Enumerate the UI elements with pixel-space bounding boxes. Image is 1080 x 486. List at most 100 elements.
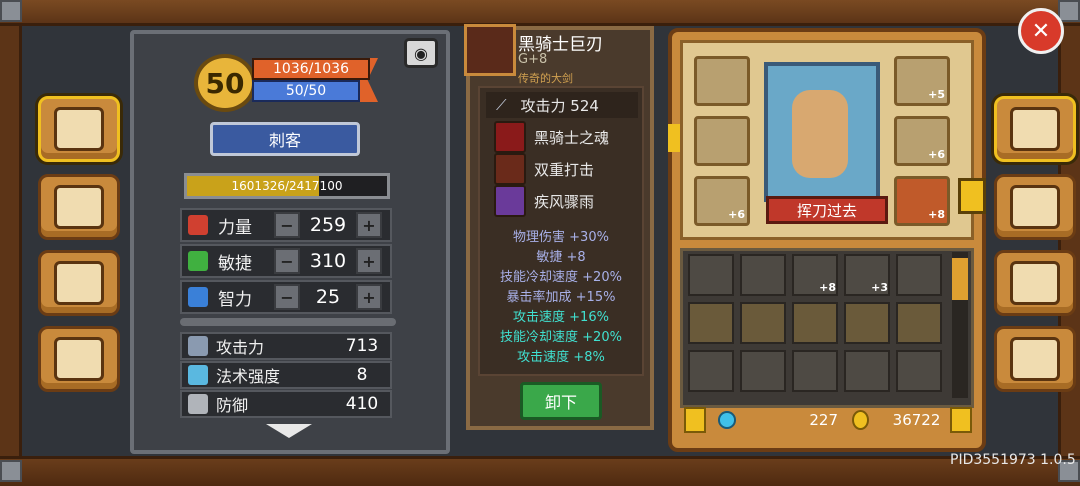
slash-icon: [494, 153, 526, 185]
inventory-slot[interactable]: +8: [792, 254, 838, 296]
scrollbar-thumb[interactable]: [952, 258, 968, 300]
increase-intelligence-button[interactable]: +: [356, 284, 382, 310]
fist-icon: [188, 215, 208, 235]
slot-upgrade-level: +5: [928, 88, 945, 101]
tab-forge[interactable]: [994, 174, 1076, 240]
gem-icon: [717, 411, 736, 429]
level-badge: 50: [194, 54, 256, 112]
currency-bar: 227 36722: [684, 406, 972, 434]
slot-upgrade-level: +3: [871, 281, 888, 294]
tab-codex[interactable]: [38, 96, 120, 162]
stat-value: 8: [356, 365, 368, 385]
collapse-left-arrow[interactable]: [668, 124, 680, 152]
build-id: PID3551973 1.0.5: [950, 452, 1076, 468]
inventory-slot[interactable]: [688, 350, 734, 392]
equip-slot-helmet[interactable]: +5: [894, 56, 950, 106]
camera-icon: ◉: [414, 43, 428, 63]
slot-upgrade-level: +6: [728, 208, 745, 221]
attribute-label: 智力: [218, 289, 252, 310]
decrease-agility-button[interactable]: −: [274, 248, 300, 274]
inventory-slot[interactable]: [844, 302, 890, 344]
class-label: 刺客: [210, 122, 360, 156]
weapon-bonus: 暴击率加成 +15%: [506, 290, 616, 305]
inventory-slot[interactable]: [740, 350, 786, 392]
corner: [0, 460, 22, 482]
tab-pets[interactable]: [38, 250, 120, 316]
slot-upgrade-level: +6: [928, 148, 945, 161]
slot-upgrade-level: +8: [928, 208, 945, 221]
weapon-type: 传奇的大剑: [518, 72, 573, 85]
corner: [1058, 0, 1080, 22]
inventory-slot[interactable]: [688, 254, 734, 296]
attribute-label: 敏捷: [218, 253, 252, 274]
attribute-value: 259: [309, 214, 347, 236]
stat-label: 攻击力: [216, 338, 265, 357]
gem-count: 227: [809, 411, 838, 429]
equip-slot-armor[interactable]: +6: [894, 116, 950, 166]
decrease-intelligence-button[interactable]: −: [274, 284, 300, 310]
inventory-slot[interactable]: [844, 350, 890, 392]
weapon-skill: 双重打击: [494, 153, 644, 185]
weapon-skill: 疾风骤雨: [494, 185, 644, 217]
close-icon: ✕: [1031, 18, 1051, 44]
equip-slot-accessory[interactable]: +6: [694, 176, 750, 226]
weapon-bonus: 技能冷却速度 +20%: [500, 270, 622, 285]
equip-slot-weapon[interactable]: +8: [894, 176, 950, 226]
camera-button[interactable]: ◉: [404, 38, 438, 68]
weapon-skill-label: 黑骑士之魂: [534, 128, 610, 147]
tab-mounts[interactable]: [38, 326, 120, 392]
tab-settings[interactable]: [994, 326, 1076, 392]
tab-character[interactable]: [994, 96, 1076, 162]
expand-right-arrow[interactable]: [958, 178, 986, 214]
gear-icon: [1010, 337, 1060, 381]
divider: [180, 318, 396, 326]
helmet-icon: [1010, 107, 1060, 151]
stat-row-spell-power: 法术强度 8: [180, 361, 392, 389]
unequip-button[interactable]: 卸下: [520, 382, 602, 420]
top-frame: [0, 0, 1080, 26]
stat-value: 410: [345, 394, 379, 414]
attribute-value: 25: [315, 286, 341, 308]
weapon-bonus: 物理伤害 +30%: [513, 230, 609, 245]
inventory-slot[interactable]: [792, 302, 838, 344]
equip-slot-necklace[interactable]: [694, 56, 750, 106]
sword-icon: [188, 336, 208, 356]
inventory-slot[interactable]: [740, 254, 786, 296]
dark-flame-icon: [494, 121, 526, 153]
decrease-strength-button[interactable]: −: [274, 212, 300, 238]
mp-bar: 50/50: [252, 80, 360, 102]
tab-skills[interactable]: [994, 250, 1076, 316]
close-button[interactable]: ✕: [1018, 8, 1064, 54]
tab-materials[interactable]: [38, 174, 120, 240]
increase-strength-button[interactable]: +: [356, 212, 382, 238]
inventory-slot[interactable]: [896, 350, 942, 392]
weapon-skill-label: 双重打击: [534, 160, 595, 179]
weapon-skill: 黑骑士之魂: [494, 121, 644, 153]
lock-icon[interactable]: [684, 407, 706, 433]
experience-bar: 1601326/2417100: [184, 173, 390, 199]
slot-upgrade-level: +8: [819, 281, 836, 294]
inventory-slot[interactable]: [896, 302, 942, 344]
inventory-slot[interactable]: [792, 350, 838, 392]
increase-agility-button[interactable]: +: [356, 248, 382, 274]
character-sprite: [792, 90, 848, 178]
box-icon: [54, 185, 104, 229]
inventory-slot[interactable]: [688, 302, 734, 344]
stat-label: 防御: [216, 396, 249, 415]
inventory-slot[interactable]: [896, 254, 942, 296]
book-icon: [188, 287, 208, 307]
wand-icon: [188, 365, 208, 385]
coin-icon: [852, 410, 869, 430]
sort-icon[interactable]: [950, 407, 972, 433]
attribute-label: 力量: [218, 217, 252, 238]
coin-count: 36722: [892, 411, 941, 429]
inventory-slot[interactable]: [740, 302, 786, 344]
shield-icon: [188, 394, 208, 414]
inventory-slot[interactable]: +3: [844, 254, 890, 296]
attribute-row-intelligence: 智力 − 25 +: [180, 280, 392, 314]
hammer-icon: [1010, 185, 1060, 229]
tornado-icon: [494, 185, 526, 217]
sword-icon: ⟋: [496, 96, 507, 114]
experience-text: 1601326/2417100: [231, 179, 343, 193]
equip-slot-ring[interactable]: [694, 116, 750, 166]
